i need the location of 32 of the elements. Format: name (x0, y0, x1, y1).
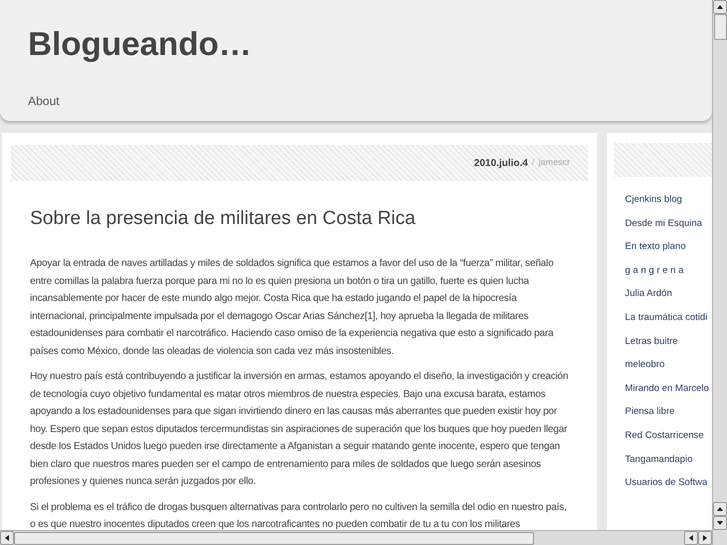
post-paragraph: Apoyar la entrada de naves artilladas y miles de soldados significa que estamos a favor del uso de la “fuerza” militar, señalo entre comillas la palabra fuerza porque para mi no lo es quien presiona un botón o tira un gatillo, fuerte es quien lucha incansablemente por hacer de este mundo algo mejor. Costa Rica que ha estado jugando el papel de la hipocresía internacional, principalmente impulsada por el demagogo Oscar Arias Sánchez[1], hoy aprueba la llegada de militares estadounidenses para combatir el narcotráfico. Haciendo caso omiso de la experiencia negativa que esto a significado para países como México, donde las oleadas de violencia son cada vez más insostenibles. (30, 257, 554, 358)
post-paragraph: Si el problema es el tráfico de drogas busquen alternativas para controlarlo pero no cultiven la semilla del odio en nuestro país, o es que nuestro inocentes diputados creen que los narcotraficantes no pueden combatir de tu a tu con los militares (30, 500, 568, 530)
scrollbar-thumb[interactable] (714, 14, 726, 40)
blogroll-link[interactable]: Letras buitre (625, 334, 712, 350)
scroll-down-icon[interactable] (713, 516, 727, 530)
nav-link[interactable]: About (28, 92, 60, 110)
scrollbar-thumb[interactable] (14, 532, 534, 544)
blogroll-link[interactable]: Usuarios de Softwa (625, 475, 712, 492)
blogroll-link[interactable]: Red Costarricense (625, 428, 712, 444)
blogroll-link[interactable]: meleobro (625, 357, 712, 374)
scroll-left-icon[interactable] (0, 531, 14, 545)
meta-separator: / (532, 156, 534, 170)
blogroll-link[interactable]: En texto plano (625, 239, 712, 256)
post-paragraph: Hoy nuestro país está contribuyendo a justificar la inversión en armas, estamos apoyando el diseño, la investigación y creación de tecnología cuyo objetivo fundamental es matar otros miembros de nuestra especies. Bajo una excusa barata, estamos apoyando a los estadounidenses para que sigan invirtiendo dinero en las causas más aberrantes que pueden existir hoy por hoy. Espero que sepan estos diputados tercermundistas sin aspiraciones de superación que los buques que hoy pueden llegar desde los Estados Unidos luego pueden irse directamente a Afganistan a seguir matando gente inocente, espero que tengan bien claro que nuestros mares pueden ser el campo de entrenamiento para miles de soldados que luego serán asesinos profesiones y quienes nunca serán juzgados por ello. (30, 370, 570, 489)
scroll-up-icon[interactable] (713, 502, 727, 516)
blogroll-link[interactable]: La traumática cotidi (625, 310, 712, 326)
post-title: Sobre la presencia de militares en Costa Rica (30, 207, 416, 231)
post-author: jamescr (538, 156, 570, 170)
scroll-right-icon[interactable] (698, 531, 712, 545)
blogroll-link[interactable]: Cjenkins blog (625, 192, 712, 208)
blogroll-link[interactable]: Mirando en Marcelo (625, 380, 712, 397)
blogroll-link[interactable]: g a n g r e n a (625, 262, 712, 279)
vertical-scrollbar[interactable] (712, 0, 727, 545)
blogroll-link[interactable]: Desde mi Esquina (625, 216, 712, 232)
horizontal-scrollbar[interactable] (0, 530, 712, 545)
blog-title: Blogueando… (28, 24, 252, 64)
scroll-left-icon[interactable] (684, 531, 698, 545)
blogroll-link[interactable]: Piensa libre (625, 404, 712, 420)
post-date: 2010.julio.4 (474, 156, 528, 170)
blogroll-link[interactable]: Tangamandapio (625, 452, 712, 468)
blogroll-link[interactable]: Julia Ardón (625, 286, 712, 302)
scroll-up-icon[interactable] (713, 0, 727, 14)
